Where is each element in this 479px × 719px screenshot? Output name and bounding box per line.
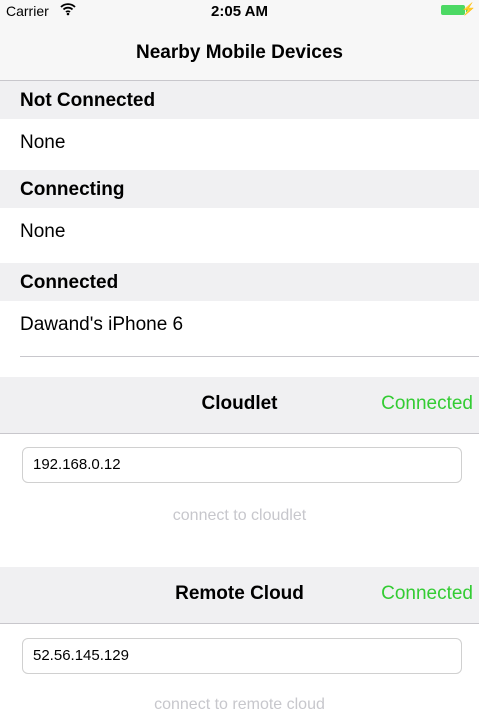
- section-title: Not Connected: [20, 90, 156, 111]
- remote-cloud-ip-field[interactable]: [22, 638, 462, 674]
- section-header-connecting: Connecting: [0, 170, 479, 208]
- section-title: Connected: [20, 272, 119, 293]
- remote-cloud-ip-input[interactable]: [33, 647, 453, 664]
- cell-label: None: [20, 221, 66, 242]
- list-item-connected-device[interactable]: Dawand's iPhone 6: [0, 301, 479, 349]
- list-item-connecting[interactable]: None: [0, 208, 479, 256]
- cell-label: Dawand's iPhone 6: [20, 314, 184, 335]
- connect-to-remote-cloud-button[interactable]: connect to remote cloud: [0, 696, 479, 714]
- section-header-not-connected: Not Connected: [0, 81, 479, 119]
- cloudlet-ip-field[interactable]: [22, 447, 462, 483]
- connect-to-cloudlet-button[interactable]: connect to cloudlet: [0, 507, 479, 525]
- page-title: Nearby Mobile Devices: [136, 42, 343, 63]
- cloudlet-header: Cloudlet Connected: [0, 377, 479, 434]
- remote-cloud-status: Connected: [381, 583, 473, 604]
- cloudlet-status: Connected: [381, 393, 473, 414]
- clock: 2:05 AM: [211, 3, 268, 20]
- divider: [20, 356, 479, 357]
- navigation-bar: Nearby Mobile Devices: [0, 22, 479, 81]
- list-item-not-connected[interactable]: None: [0, 119, 479, 167]
- section-header-connected: Connected: [0, 263, 479, 301]
- remote-cloud-header: Remote Cloud Connected: [0, 567, 479, 624]
- cell-label: None: [20, 132, 66, 153]
- status-bar: Carrier 2:05 AM ⚡: [0, 0, 479, 22]
- charging-bolt-icon: ⚡: [461, 2, 476, 16]
- cloudlet-ip-input[interactable]: [33, 456, 453, 473]
- section-title: Connecting: [20, 179, 125, 200]
